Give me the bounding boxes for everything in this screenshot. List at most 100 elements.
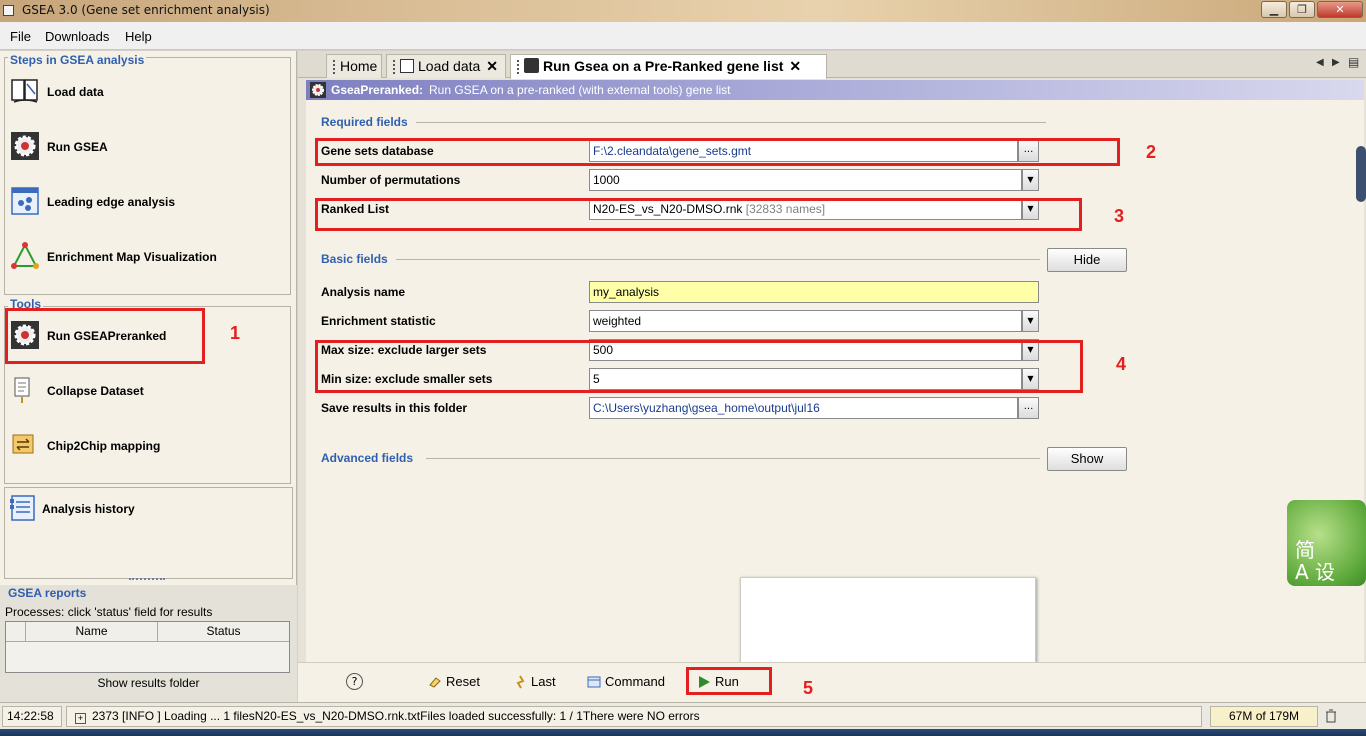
col-status-header[interactable]: Status <box>158 622 289 642</box>
memory-total: of 179M <box>1255 709 1300 723</box>
annotation-number-3: 3 <box>1114 206 1125 226</box>
menu-help[interactable]: Help <box>125 29 152 44</box>
edge-scroll-handle[interactable] <box>1356 146 1366 202</box>
nav-enrichment-map[interactable]: Enrichment Map Visualization <box>8 239 278 275</box>
permutations-label: Number of permutations <box>321 173 461 187</box>
close-button[interactable]: ✕ <box>1317 1 1363 18</box>
splitter-grip[interactable] <box>129 578 165 582</box>
show-results-folder-button[interactable]: Show results folder <box>0 676 297 690</box>
chevron-down-icon[interactable]: ▼ <box>1022 198 1039 220</box>
show-advanced-button[interactable]: Show <box>1047 447 1127 471</box>
taskbar <box>0 729 1366 736</box>
permutations-field[interactable]: 1000 <box>589 169 1022 191</box>
reports-table[interactable]: Name Status <box>5 621 290 673</box>
reset-icon <box>429 677 441 688</box>
nav-analysis-history[interactable]: Analysis history <box>6 491 276 527</box>
expand-icon[interactable]: + <box>75 713 86 724</box>
save-folder-label: Save results in this folder <box>321 401 468 415</box>
tab-home-label: Home <box>340 58 378 74</box>
analysis-name-label: Analysis name <box>321 285 406 299</box>
network-icon <box>11 242 39 269</box>
widget-text-2: A 设 <box>1295 560 1336 584</box>
gene-sets-field[interactable]: F:\2.cleandata\gene_sets.gmt <box>589 140 1018 162</box>
gene-sets-browse-button[interactable]: ... <box>1018 140 1039 162</box>
status-time: 14:22:58 <box>2 706 62 727</box>
menu-bar: File Downloads Help <box>0 22 1366 50</box>
tab-home[interactable]: Home <box>326 54 382 78</box>
tab-load-data-label: Load data <box>418 58 481 74</box>
tab-grip <box>517 60 520 75</box>
analysis-name-field[interactable]: my_analysis <box>589 281 1039 303</box>
tab-run-preranked-label: Run Gsea on a Pre-Ranked gene list <box>543 58 784 74</box>
command-label: Command <box>605 674 665 689</box>
trash-icon[interactable] <box>1325 709 1337 723</box>
tab-close-icon[interactable]: ✕ <box>486 58 498 74</box>
run-label: Run <box>715 674 739 689</box>
memory-indicator: 67M of 179M <box>1210 706 1318 727</box>
annotation-number-1: 1 <box>230 323 241 343</box>
nav-run-gsea[interactable]: Run GSEA <box>8 129 278 165</box>
app-icon <box>3 5 14 16</box>
floating-widget[interactable]: 简 A 设 <box>1287 500 1366 586</box>
enrichment-statistic-field[interactable]: weighted <box>589 310 1022 332</box>
max-size-field[interactable]: 500 <box>589 339 1022 361</box>
min-size-label: Min size: exclude smaller sets <box>321 372 493 386</box>
section-divider <box>416 122 1046 123</box>
nav-run-gsea-label: Run GSEA <box>47 140 108 154</box>
chevron-down-icon[interactable]: ▼ <box>1022 310 1039 332</box>
main-area: Home Load data ✕ Run Gsea on a Pre-Ranked… <box>298 51 1366 702</box>
tab-prev-icon[interactable]: ◀ <box>1316 57 1324 68</box>
tab-grip <box>333 60 336 75</box>
last-button[interactable]: Last <box>511 671 556 695</box>
reports-title: GSEA reports <box>8 586 87 600</box>
book-icon <box>11 79 38 103</box>
gear-icon <box>524 58 539 73</box>
nav-leading-edge[interactable]: Leading edge analysis <box>8 184 278 220</box>
chevron-down-icon[interactable]: ▼ <box>1022 368 1039 390</box>
menu-downloads[interactable]: Downloads <box>45 29 109 44</box>
form-header-desc: Run GSEA on a pre-ranked (with external … <box>429 83 731 97</box>
tab-load-data[interactable]: Load data ✕ <box>386 54 506 78</box>
nav-chip2chip-label: Chip2Chip mapping <box>47 439 161 453</box>
form-header-title: GseaPreranked: <box>331 83 424 97</box>
advanced-fields-title: Advanced fields <box>321 451 414 465</box>
tab-run-preranked[interactable]: Run Gsea on a Pre-Ranked gene list ✕ <box>510 54 827 79</box>
run-button[interactable]: Run <box>695 671 739 695</box>
gear-icon <box>11 321 39 349</box>
collapse-icon <box>14 377 30 403</box>
save-folder-browse-button[interactable]: ... <box>1018 397 1039 419</box>
tab-next-icon[interactable]: ▶ <box>1332 57 1340 68</box>
nav-load-data-label: Load data <box>47 85 104 99</box>
reset-label: Reset <box>446 674 480 689</box>
tools-title: Tools <box>8 297 44 311</box>
reset-button[interactable]: Reset <box>426 671 480 695</box>
max-size-label: Max size: exclude larger sets <box>321 343 487 357</box>
nav-run-gseapreranked-label: Run GSEAPreranked <box>47 329 167 343</box>
tab-bar: Home Load data ✕ Run Gsea on a Pre-Ranked… <box>298 51 1366 79</box>
chevron-down-icon[interactable]: ▼ <box>1022 169 1039 191</box>
menu-file[interactable]: File <box>10 29 31 44</box>
history-icon <box>10 495 35 521</box>
command-button[interactable]: Command <box>585 671 665 695</box>
nav-collapse-dataset-label: Collapse Dataset <box>47 384 144 398</box>
min-size-field[interactable]: 5 <box>589 368 1022 390</box>
ranked-list-field[interactable]: N20-ES_vs_N20-DMSO.rnk [32833 names] <box>589 198 1022 220</box>
annotation-number-5: 5 <box>803 678 814 698</box>
nav-enrichment-map-label: Enrichment Map Visualization <box>47 250 217 264</box>
hide-basic-button[interactable]: Hide <box>1047 248 1127 272</box>
col-name-header[interactable]: Name <box>26 622 158 642</box>
memory-used: 67M <box>1229 709 1253 723</box>
minimize-button[interactable]: ▁ <box>1261 1 1287 18</box>
tab-list-icon[interactable]: ▤ <box>1348 55 1359 69</box>
maximize-button[interactable]: ❐ <box>1289 1 1315 18</box>
nav-collapse-dataset[interactable]: Collapse Dataset <box>8 373 278 409</box>
nav-load-data[interactable]: Load data <box>8 74 278 110</box>
tab-close-icon[interactable]: ✕ <box>789 58 801 74</box>
chevron-down-icon[interactable]: ▼ <box>1022 339 1039 361</box>
nav-chip2chip[interactable]: Chip2Chip mapping <box>8 428 278 464</box>
save-folder-field[interactable]: C:\Users\yuzhang\gsea_home\output\jul16 <box>589 397 1018 419</box>
table-corner <box>6 622 26 642</box>
command-icon <box>587 676 601 688</box>
help-icon[interactable]: ? <box>346 673 363 690</box>
ranked-list-value: N20-ES_vs_N20-DMSO.rnk <box>593 202 743 216</box>
